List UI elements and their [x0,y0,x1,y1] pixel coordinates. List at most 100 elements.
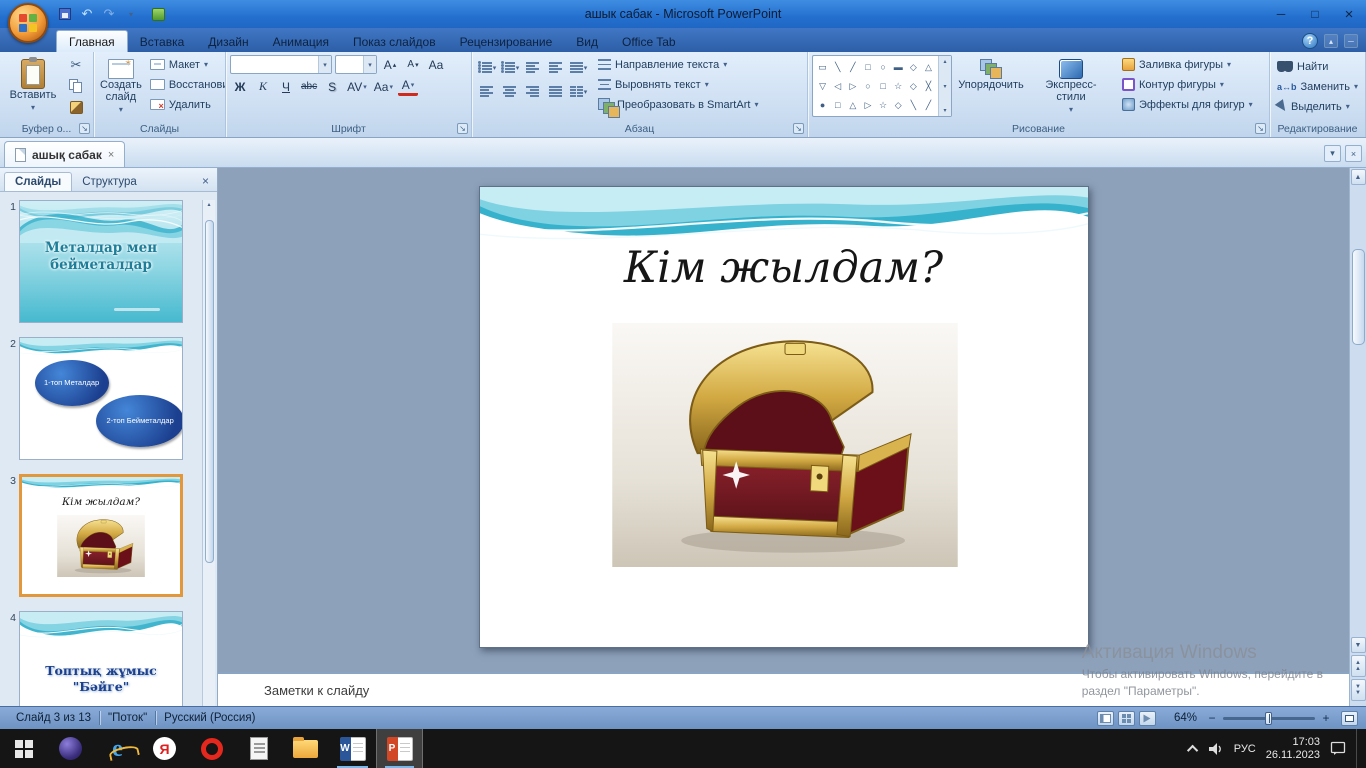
font-color-button[interactable]: А▾ [398,77,418,96]
tab-view[interactable]: Вид [564,31,610,52]
clipboard-dialog-launcher[interactable]: ↘ [79,123,90,134]
font-dialog-launcher[interactable]: ↘ [457,123,468,134]
slide-sorter-view-button[interactable] [1118,711,1135,726]
paragraph-dialog-launcher[interactable]: ↘ [793,123,804,134]
grow-font-button[interactable]: А▴ [380,55,400,74]
shape-glyph[interactable]: ◇ [910,62,917,72]
cut-button[interactable]: ✂ [65,55,87,75]
format-painter-button[interactable] [65,97,87,117]
find-button[interactable]: Найти [1274,57,1361,76]
reset-slide-button[interactable]: Восстановить [147,75,226,94]
layout-button[interactable]: Макет ▾ [147,55,226,74]
zoom-slider[interactable] [1223,717,1315,720]
tab-slides[interactable]: Слайды [4,172,72,191]
shape-glyph[interactable]: ╲ [911,100,916,110]
shape-glyph[interactable]: ◁ [834,81,841,91]
tab-slideshow[interactable]: Показ слайдов [341,31,448,52]
minimize-button[interactable]: ─ [1264,0,1298,28]
taskbar-app-word[interactable]: W [329,729,376,768]
tab-insert[interactable]: Вставка [128,31,197,52]
hidden-icons-chevron-icon[interactable] [1187,744,1198,755]
shape-glyph[interactable]: ◇ [895,100,902,110]
language-indicator[interactable]: Русский (Россия) [156,712,263,724]
font-name-combo[interactable]: ▾ [230,55,332,74]
change-case-button[interactable]: Aa▾ [372,77,395,96]
normal-view-button[interactable] [1097,711,1114,726]
quick-styles-button[interactable]: Экспресс-стили ▾ [1030,55,1112,120]
tab-outline[interactable]: Структура [72,173,147,191]
text-direction-button[interactable]: Направление текста ▾ [595,55,761,74]
zoom-level[interactable]: 64% [1170,712,1201,724]
shape-glyph[interactable]: ▬ [894,62,903,72]
shape-glyph[interactable]: ☆ [879,100,887,110]
redo-button[interactable]: ↷ [100,5,118,23]
shape-glyph[interactable]: ▭ [818,62,827,72]
shape-glyph[interactable]: ▽ [819,81,826,91]
align-right-button[interactable] [522,82,543,101]
theme-name[interactable]: "Поток" [100,712,155,724]
help-icon[interactable]: ? [1302,33,1318,49]
delete-slide-button[interactable]: × Удалить [147,95,226,114]
shape-glyph[interactable]: ▷ [849,81,856,91]
decrease-indent-button[interactable] [522,58,543,77]
italic-button[interactable]: К [253,77,273,96]
close-button[interactable]: × [1332,0,1366,28]
numbering-button[interactable]: ▾ [499,58,520,77]
taskbar-app-notepad[interactable] [235,729,282,768]
qat-customize-button[interactable]: ▾ [122,5,140,23]
columns-button[interactable]: ▾ [568,82,589,101]
shape-glyph[interactable]: ╱ [926,100,931,110]
copy-button[interactable] [65,76,87,96]
slide-canvas[interactable]: Кім жылдам? [218,168,1349,672]
undo-button[interactable]: ↶ [78,5,96,23]
shapes-gallery-scrollbar[interactable]: ▴ ▾ ▾ [938,56,951,116]
pane-scroll-up-icon[interactable]: ▴ [207,201,210,208]
shape-glyph[interactable]: □ [835,100,840,110]
tab-animation[interactable]: Анимация [261,31,341,52]
align-text-button[interactable]: Выровнять текст ▾ [595,75,761,94]
zoom-slider-thumb[interactable] [1265,712,1272,725]
pane-close-icon[interactable]: × [198,174,213,191]
doctab-close-button[interactable]: × [1345,145,1362,162]
arrange-button[interactable]: Упорядочить [955,55,1027,120]
clear-formatting-button[interactable]: Aa [426,55,446,74]
taskbar-app-yandex[interactable]: Я [141,729,188,768]
shape-glyph[interactable]: ╲ [835,62,840,72]
slide-3-thumbnail-selected[interactable]: Кім жылдам? [19,474,183,597]
office-button[interactable] [8,3,48,43]
document-tab[interactable]: ашық сабак × [4,141,125,167]
current-slide[interactable]: Кім жылдам? [479,186,1089,648]
vertical-scrollbar[interactable]: ▲ ▼ ▲▲ ▼▼ [1349,168,1366,706]
strikethrough-button[interactable]: abc [299,77,319,96]
drawing-dialog-launcher[interactable]: ↘ [1255,123,1266,134]
shape-glyph[interactable]: ● [820,100,825,110]
next-slide-button[interactable]: ▼▼ [1351,679,1366,701]
scrollbar-track[interactable] [1350,186,1366,636]
bullets-button[interactable]: ▾ [476,58,497,77]
shape-glyph[interactable]: ○ [880,62,885,72]
replace-button[interactable]: a↔b Заменить ▾ [1274,77,1361,96]
ribbon-options-button[interactable]: ─ [1344,34,1358,48]
shape-effects-button[interactable]: Эффекты для фигур ▾ [1119,95,1256,114]
taskbar-app-explorer[interactable] [282,729,329,768]
new-slide-button[interactable]: ✶ Создать слайд ▾ [98,55,144,120]
show-desktop-button[interactable] [1356,729,1362,768]
shape-glyph[interactable]: ○ [865,81,870,91]
zoom-out-button[interactable]: − [1205,711,1219,725]
slideshow-view-button[interactable] [1139,711,1156,726]
tab-review[interactable]: Рецензирование [448,31,565,52]
slide-4-thumbnail[interactable]: Топтық жұмыс "Бәйге" [19,611,183,706]
office-tab-addin-icon[interactable] [152,8,165,21]
shape-glyph[interactable]: ╳ [926,81,931,91]
paste-button[interactable]: Вставить ▾ [4,55,62,120]
taskbar-app-powerpoint-active[interactable]: P [376,729,423,768]
slide-2-thumbnail[interactable]: 1-топ Металдар 2-топ Бейметалдар [19,337,183,460]
taskbar-clock[interactable]: 17:03 26.11.2023 [1266,736,1320,762]
tab-home[interactable]: Главная [56,30,128,52]
shapes-scroll-up-icon[interactable]: ▴ [943,58,946,65]
scroll-down-button[interactable]: ▼ [1351,637,1366,653]
increase-indent-button[interactable] [545,58,566,77]
bold-button[interactable]: Ж [230,77,250,96]
fit-slide-to-window-button[interactable] [1341,711,1358,726]
scroll-up-button[interactable]: ▲ [1351,169,1366,185]
